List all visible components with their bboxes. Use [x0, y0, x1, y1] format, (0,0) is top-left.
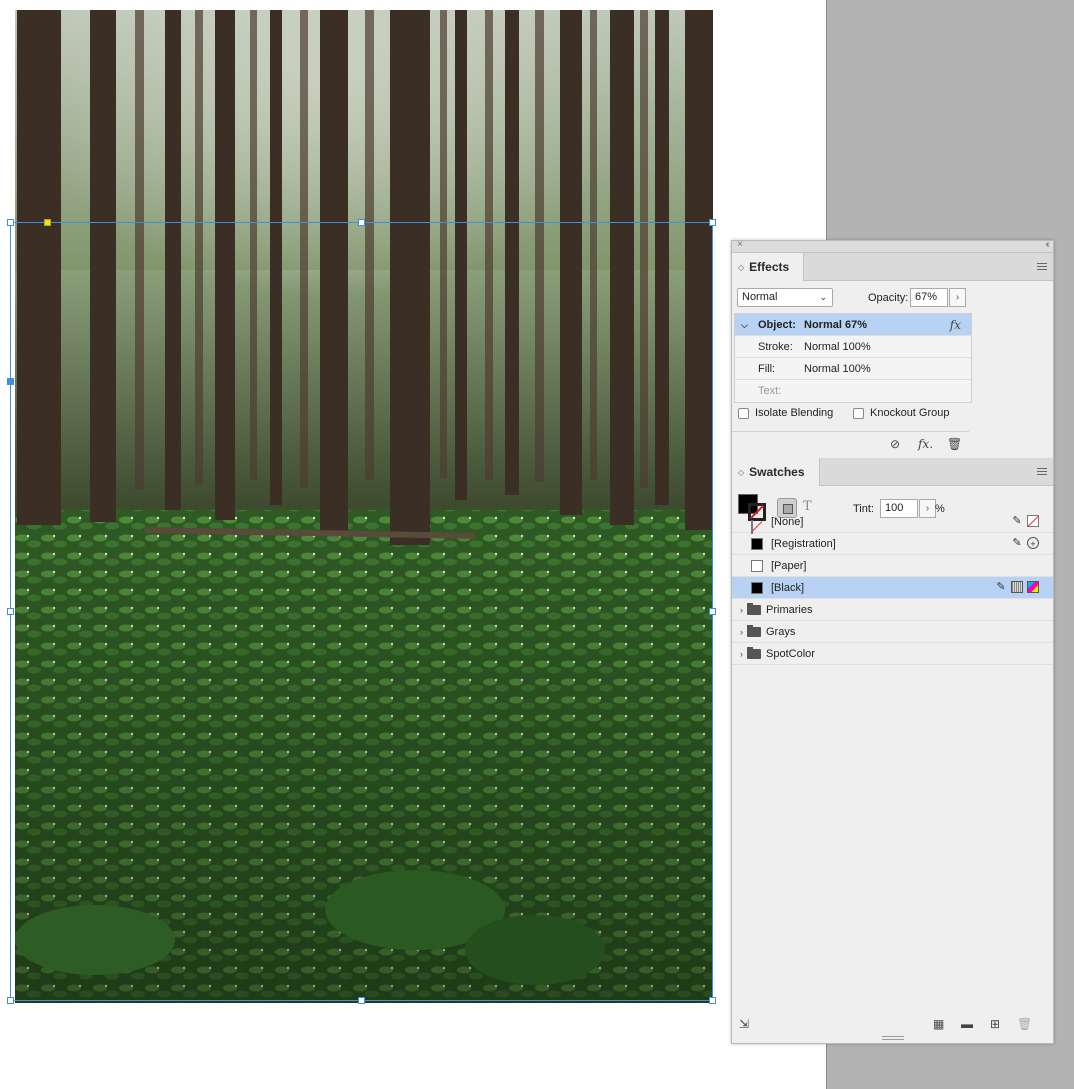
tab-arrows-icon: ◇ — [738, 262, 745, 272]
non-editable-icon: ✎ — [1012, 515, 1022, 527]
delete-swatch-icon[interactable]: 🗑 — [1017, 1017, 1032, 1031]
swatch-group-name: SpotColor — [766, 648, 815, 660]
effects-swatches-panel: × ‹‹ ◇ Effects Normal ⌄ Opacity: 67% › ⌵… — [731, 239, 1054, 1044]
opacity-slider-button[interactable]: › — [949, 288, 966, 307]
swatch-row-icons: ✎ — [1011, 515, 1039, 527]
swatch-name: [Paper] — [771, 560, 807, 572]
handle-bottom-left[interactable] — [7, 997, 14, 1004]
knockout-group-checkbox[interactable] — [853, 407, 864, 419]
fx-icon[interactable]: fx — [950, 314, 961, 336]
swatch-paper[interactable]: [Paper] — [732, 555, 1053, 577]
disclosure-triangle-icon[interactable]: › — [740, 643, 743, 665]
effects-row-label: Text: — [758, 385, 782, 397]
isolate-blending-checkbox[interactable] — [738, 407, 749, 419]
effects-row-label: Fill: — [758, 363, 776, 375]
swatch-row-icons: ✎ + — [1011, 537, 1039, 549]
handle-middle-left[interactable] — [7, 608, 14, 615]
effects-row-stroke[interactable]: Stroke: Normal 100% — [735, 336, 971, 358]
panel-titlebar[interactable]: × ‹‹ — [732, 239, 1053, 253]
effects-row-value: Normal 67% — [804, 319, 867, 331]
tab-effects-label: Effects — [749, 260, 790, 274]
none-swatch-chip — [751, 520, 753, 534]
effects-row-text[interactable]: Text: — [735, 380, 971, 402]
effects-row-object[interactable]: ⌵ Object: Normal 67% fx — [735, 314, 971, 336]
placed-forest-image[interactable] — [15, 10, 713, 1003]
folder-icon — [747, 647, 761, 659]
handle-top-left[interactable] — [7, 219, 14, 226]
swatch-row-icons: ✎ — [995, 581, 1039, 593]
swatch-group-name: Grays — [766, 626, 796, 638]
new-swatch-icon[interactable]: ⊞ — [990, 1017, 1000, 1031]
effects-target-list: ⌵ Object: Normal 67% fx Stroke: Normal 1… — [734, 313, 972, 403]
resize-grip-icon[interactable] — [882, 1036, 904, 1040]
opacity-label: Opacity: — [868, 292, 909, 304]
swatch-group-spotcolor[interactable]: › SpotColor — [732, 643, 1053, 665]
swatches-panel-menu-icon[interactable] — [1037, 468, 1047, 475]
cmyk-mode-icon — [1027, 581, 1039, 593]
knockout-group-label: Knockout Group — [870, 407, 950, 419]
swatches-tabstrip: ◇ Swatches — [732, 458, 1053, 486]
place-swatches-icon[interactable]: ⇲ — [739, 1017, 749, 1031]
effects-row-label: Object: — [758, 319, 796, 331]
folder-icon — [747, 603, 761, 615]
registration-type-icon: + — [1027, 537, 1039, 549]
tab-effects[interactable]: ◇ Effects — [732, 253, 805, 281]
chevron-down-icon: ⌄ — [819, 292, 827, 302]
swatch-group-grays[interactable]: › Grays — [732, 621, 1053, 643]
effects-row-value: Normal 100% — [804, 363, 871, 375]
swatches-panel: ◇ Swatches T Tint: 100 › % [None] ✎ [Reg… — [732, 458, 1053, 665]
non-editable-icon: ✎ — [1012, 537, 1022, 549]
collapse-panel-icon[interactable]: ‹‹ — [1045, 239, 1049, 250]
registration-swatch-chip — [751, 538, 763, 550]
swatch-list: [None] ✎ [Registration] ✎ + [Paper] [Bla… — [732, 511, 1053, 665]
add-effect-icon[interactable]: fx. — [918, 437, 933, 451]
forest-photo-graphic — [15, 10, 713, 1003]
tab-swatches-label: Swatches — [749, 465, 805, 479]
none-type-icon — [1027, 515, 1039, 527]
swatches-footer: ⇲ ▦ ▬ ⊞ 🗑 — [732, 1011, 1053, 1039]
tab-swatches[interactable]: ◇ Swatches — [732, 458, 820, 486]
knockout-group-option[interactable]: Knockout Group — [853, 407, 950, 419]
disclosure-triangle-icon[interactable]: › — [740, 599, 743, 621]
clear-effects-icon[interactable]: ⊘ — [890, 437, 900, 451]
swatch-name: [Black] — [771, 582, 805, 594]
isolate-blending-option[interactable]: Isolate Blending — [738, 407, 833, 419]
blend-mode-select[interactable]: Normal ⌄ — [737, 288, 833, 307]
non-editable-icon: ✎ — [996, 581, 1006, 593]
effects-row-label: Stroke: — [758, 341, 793, 353]
new-color-group-icon[interactable]: ▬ — [961, 1017, 973, 1031]
tab-arrows-icon: ◇ — [738, 467, 745, 477]
process-color-icon — [1011, 581, 1023, 593]
swatch-registration[interactable]: [Registration] ✎ + — [732, 533, 1053, 555]
paper-swatch-chip — [751, 560, 763, 572]
effects-row-fill[interactable]: Fill: Normal 100% — [735, 358, 971, 380]
blend-row: Normal ⌄ Opacity: 67% › — [732, 281, 1053, 313]
swatch-black[interactable]: [Black] ✎ — [732, 577, 1053, 599]
close-icon[interactable]: × — [737, 239, 743, 250]
disclosure-triangle-icon[interactable]: ⌵ — [741, 314, 748, 336]
disclosure-triangle-icon[interactable]: › — [740, 621, 743, 643]
show-swatch-kinds-icon[interactable]: ▦ — [933, 1017, 944, 1031]
swatch-name: [None] — [771, 516, 804, 528]
blend-mode-value: Normal — [742, 291, 778, 303]
opacity-input[interactable]: 67% — [910, 288, 948, 307]
folder-icon — [747, 625, 761, 637]
isolate-blending-label: Isolate Blending — [755, 407, 834, 419]
swatch-none[interactable]: [None] ✎ — [732, 511, 1053, 534]
effects-panel-menu-icon[interactable] — [1037, 263, 1047, 270]
black-swatch-chip — [751, 582, 763, 594]
effects-footer: ⊘ fx. 🗑 — [732, 431, 969, 455]
swatch-name: [Registration] — [771, 538, 836, 550]
swatch-group-name: Primaries — [766, 604, 813, 616]
effects-tabstrip: ◇ Effects — [732, 253, 1053, 281]
delete-effect-icon[interactable]: 🗑 — [947, 437, 962, 451]
effects-row-value: Normal 100% — [804, 341, 871, 353]
swatch-group-primaries[interactable]: › Primaries — [732, 599, 1053, 621]
in-port-handle[interactable] — [7, 378, 14, 385]
